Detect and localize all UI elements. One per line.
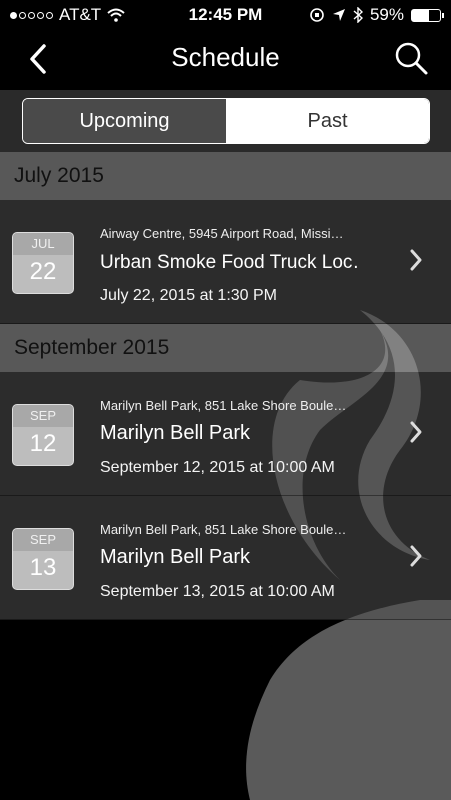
segmented-control: Upcoming Past [22, 98, 430, 144]
date-badge: SEP 13 [12, 528, 74, 590]
bluetooth-icon [353, 7, 363, 23]
status-right: 59% [309, 5, 444, 25]
date-badge-day: 12 [29, 430, 57, 457]
event-title: Urban Smoke Food Truck Loc… [100, 252, 360, 273]
page-title: Schedule [171, 42, 280, 72]
schedule-list: July 2015 JUL 22 Airway Centre, 5945 Air… [0, 152, 451, 620]
event-location: Marilyn Bell Park, 851 Lake Shore Boule… [100, 398, 347, 413]
segment-bar: Upcoming Past [0, 90, 451, 152]
date-badge-day: 13 [29, 554, 57, 581]
date-badge-day: 22 [29, 258, 57, 285]
event-row[interactable]: SEP 13 Marilyn Bell Park, 851 Lake Shore… [0, 496, 451, 620]
section-header: September 2015 [0, 324, 451, 372]
event-title: Marilyn Bell Park [100, 546, 251, 568]
date-badge-month: JUL [13, 233, 73, 255]
date-badge-month: SEP [13, 405, 73, 427]
date-badge: JUL 22 [12, 232, 74, 294]
battery-fill [412, 9, 429, 21]
event-datetime: July 22, 2015 at 1:30 PM [100, 287, 277, 304]
date-badge: SEP 12 [12, 404, 74, 466]
chevron-right-icon [410, 545, 422, 567]
chevron-right-icon [410, 249, 422, 271]
event-location: Airway Centre, 5945 Airport Road, Missi… [100, 226, 344, 241]
battery-percent: 59% [369, 5, 404, 24]
battery-icon [411, 8, 444, 22]
event-title: Marilyn Bell Park [100, 422, 251, 444]
event-location: Marilyn Bell Park, 851 Lake Shore Boule… [100, 522, 347, 537]
event-datetime: September 13, 2015 at 10:00 AM [100, 583, 335, 600]
tab-past[interactable]: Past [226, 99, 429, 143]
location-arrow-icon [332, 9, 345, 21]
event-row[interactable]: SEP 12 Marilyn Bell Park, 851 Lake Shore… [0, 372, 451, 496]
nav-bar: Schedule [0, 30, 451, 88]
date-badge-month: SEP [13, 529, 73, 551]
status-bar: AT&T 12:45 PM 59% [0, 0, 451, 30]
chevron-right-icon [410, 421, 422, 443]
search-icon[interactable] [393, 40, 429, 76]
event-row[interactable]: JUL 22 Airway Centre, 5945 Airport Road,… [0, 200, 451, 324]
event-datetime: September 12, 2015 at 10:00 AM [100, 459, 335, 476]
tab-upcoming[interactable]: Upcoming [23, 99, 226, 143]
section-header: July 2015 [0, 152, 451, 200]
rotation-lock-icon [310, 8, 324, 22]
